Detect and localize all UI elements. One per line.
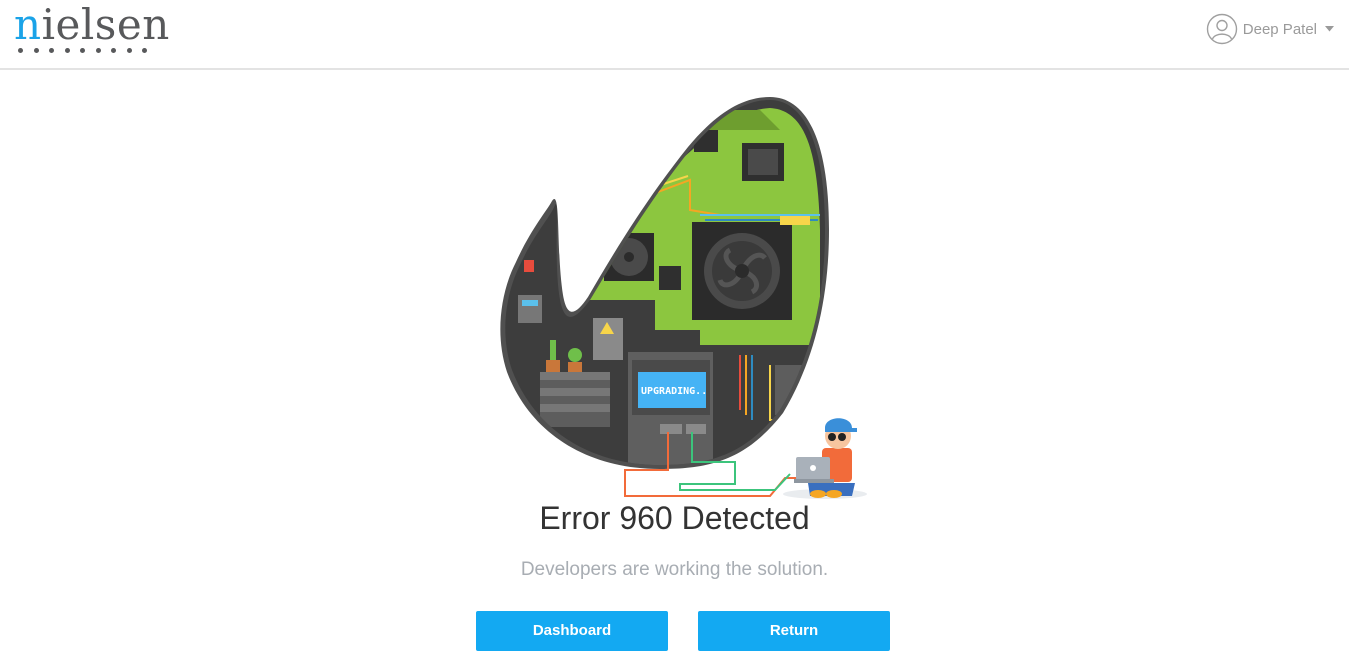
upgrade-screen-text: UPGRADING.. <box>641 386 707 397</box>
error-subtitle: Developers are working the solution. <box>520 559 829 580</box>
developer-character <box>783 418 867 499</box>
maintenance-illustration: UPGRADING.. <box>500 97 867 499</box>
return-button[interactable]: Return <box>698 611 890 651</box>
dashboard-button[interactable]: Dashboard <box>476 611 668 651</box>
server-left <box>540 372 610 427</box>
error-title: Error 960 Detected <box>539 500 810 536</box>
